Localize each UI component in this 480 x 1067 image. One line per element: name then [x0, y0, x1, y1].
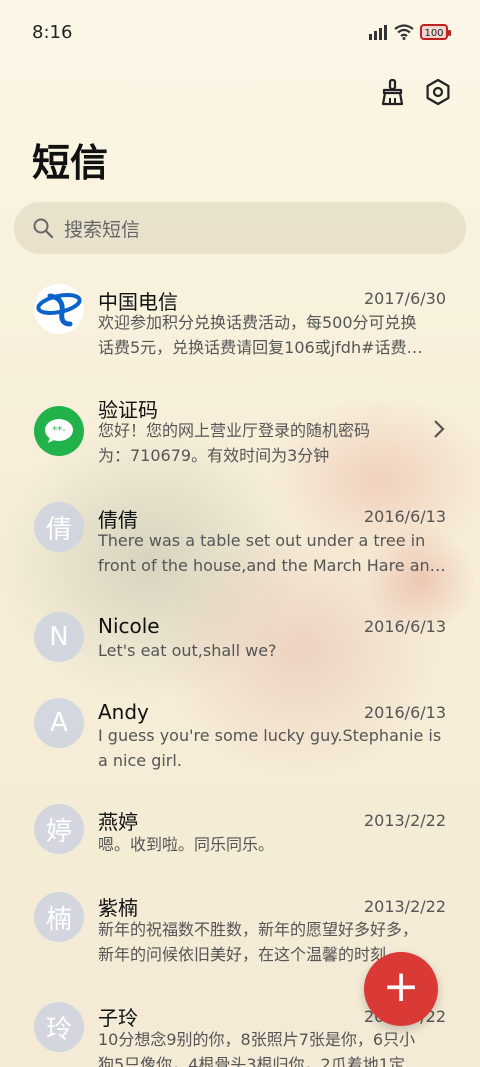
conversation-date: 2013/2/22 — [363, 897, 446, 916]
clean-brush-button[interactable] — [378, 78, 406, 106]
search-placeholder: 搜索短信 — [64, 218, 141, 241]
search-bar[interactable]: 搜索短信 — [14, 202, 466, 254]
settings-hexagon-icon — [426, 78, 450, 106]
conversation-preview: 嗯。收到啦。同乐同乐。 — [98, 835, 275, 854]
conversation-preview: 欢迎参加积分兑换话费活动，每500分可兑换 话费5元，兑换话费请回复106或jf… — [98, 313, 423, 357]
plus-icon: + — [382, 961, 420, 1012]
conversation-preview: Let's eat out,shall we? — [98, 641, 277, 660]
brush-icon — [381, 78, 404, 106]
message-bubble-icon: **- — [34, 406, 84, 456]
conversation-name: Nicole — [98, 614, 160, 638]
contact-avatar: A — [34, 698, 84, 748]
status-time: 8:16 — [32, 22, 73, 43]
top-actions — [378, 78, 452, 106]
signal-icon — [369, 25, 387, 40]
contact-avatar: 倩 — [34, 502, 84, 552]
conversation-preview: I guess you're some lucky guy.Stephanie … — [98, 726, 442, 770]
contact-avatar: 婷 — [34, 804, 84, 854]
page-title: 短信 — [32, 141, 109, 185]
conversation-preview: 10分想念9别的你，8张照片7张是你，6只小 狗5只像你，4根骨头3根归你，2爪… — [98, 1030, 416, 1067]
conversation-date: 2016/6/13 — [363, 617, 446, 636]
conversation-date: 2016/6/13 — [363, 703, 446, 722]
status-icons: 100 — [368, 24, 451, 40]
wifi-icon — [394, 24, 414, 40]
contact-avatar: 楠 — [34, 892, 84, 942]
conversation-name: 燕婷 — [98, 810, 138, 834]
conversation-name: Andy — [98, 700, 149, 724]
conversation-preview: There was a table set out under a tree i… — [98, 531, 446, 575]
chevron-right-icon — [432, 418, 446, 446]
conversation-preview: 您好！您的网上营业厅登录的随机密码 为：710679。有效时间为3分钟 — [98, 421, 371, 465]
conversation-date: 2013/2/22 — [363, 811, 446, 830]
conversation-date: 2017/6/30 — [363, 289, 446, 308]
contact-avatar: N — [34, 612, 84, 662]
search-icon — [33, 218, 54, 239]
new-message-button[interactable]: + — [364, 952, 438, 1026]
settings-button[interactable] — [424, 78, 452, 106]
svg-text:**-: **- — [52, 425, 66, 436]
status-bar: 8:16 100 — [0, 0, 480, 68]
conversation-date: 2016/6/13 — [363, 507, 446, 526]
telecom-logo-icon — [34, 284, 84, 334]
contact-avatar: 玲 — [34, 1002, 84, 1052]
battery-icon: 100 — [420, 24, 451, 40]
